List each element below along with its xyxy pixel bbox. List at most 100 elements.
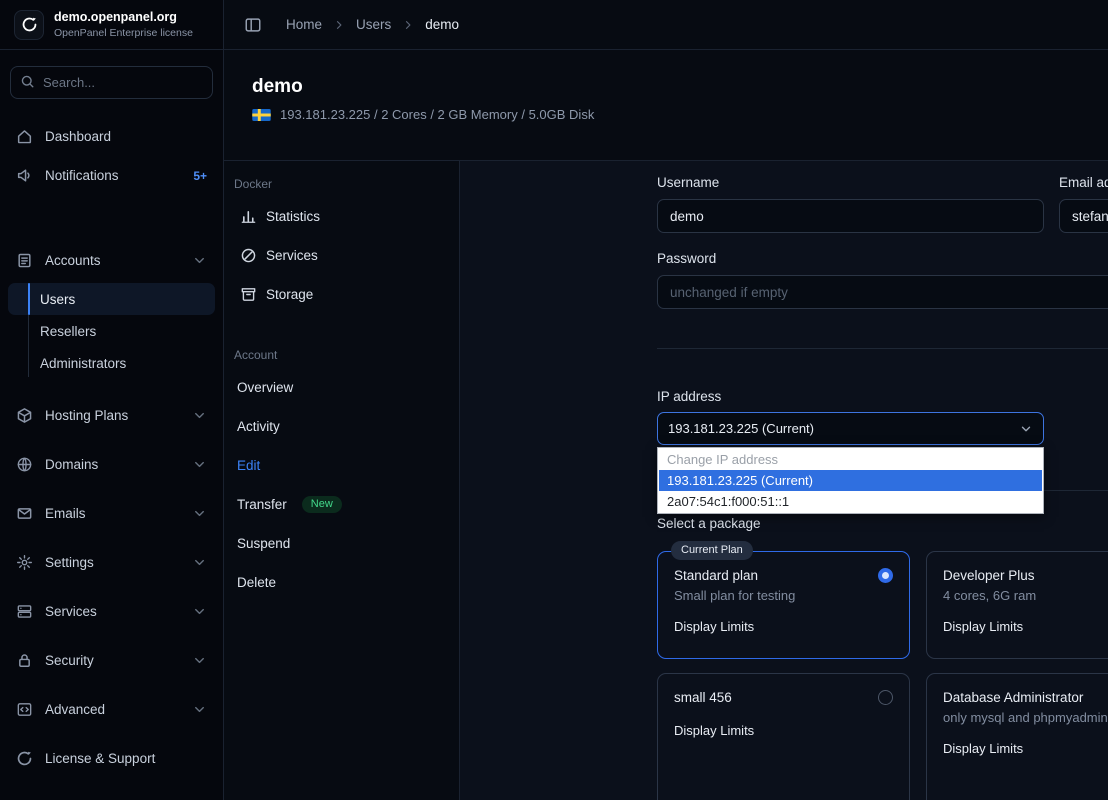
subnav-item-label: Overview: [237, 380, 294, 395]
subnav-item-transfer[interactable]: Transfer New: [224, 485, 459, 524]
password-input[interactable]: [657, 275, 1108, 309]
sidebar-item-advanced[interactable]: Advanced: [0, 689, 223, 729]
breadcrumb: Home Users demo: [286, 17, 459, 32]
email-input[interactable]: [1059, 199, 1108, 233]
sidebar-item-services[interactable]: Services: [0, 591, 223, 631]
display-limits-link[interactable]: Display Limits: [674, 723, 754, 738]
breadcrumb-current: demo: [425, 17, 460, 32]
right-pane: Home Users demo demo 193.181.23.225 / 2 …: [224, 0, 1108, 800]
brand[interactable]: demo.openpanel.org OpenPanel Enterprise …: [0, 0, 223, 50]
subnav-item-docker-services[interactable]: Services: [224, 236, 459, 275]
sidebar-item-label: Resellers: [40, 323, 97, 339]
package-card-standard-plan[interactable]: Current Plan Standard plan Small plan fo…: [657, 541, 910, 659]
username-label: Username: [657, 175, 720, 190]
package-card-developer-plus[interactable]: Developer Plus 4 cores, 6G ram Display L…: [926, 551, 1108, 659]
subnav-item-suspend[interactable]: Suspend: [224, 524, 459, 563]
sidebar-item-label: Accounts: [45, 253, 101, 268]
display-limits-link[interactable]: Display Limits: [674, 619, 754, 634]
chevron-down-icon: [192, 604, 207, 619]
edit-user-form: Username Email address Password IP addre…: [460, 161, 1108, 800]
sidebar-nav: Dashboard Notifications 5+ Accounts User…: [0, 111, 223, 800]
openpanel-arrow-icon: [16, 750, 33, 767]
sidebar-item-label: Users: [40, 291, 76, 307]
sidebar-item-domains[interactable]: Domains: [0, 444, 223, 484]
megaphone-icon: [16, 167, 33, 184]
package-title: Standard plan: [674, 568, 759, 583]
topbar: Home Users demo: [224, 0, 1108, 50]
username-input[interactable]: [657, 199, 1044, 233]
brand-text: demo.openpanel.org OpenPanel Enterprise …: [54, 10, 193, 39]
display-limits-link[interactable]: Display Limits: [943, 619, 1023, 634]
chevron-down-icon: [1019, 422, 1033, 436]
brand-title: demo.openpanel.org: [54, 10, 177, 24]
sidebar-item-dashboard[interactable]: Dashboard: [0, 117, 223, 156]
document-icon: [16, 252, 33, 269]
sidebar-item-label: License & Support: [45, 750, 156, 766]
chevron-down-icon: [192, 653, 207, 668]
sidebar-item-resellers[interactable]: Resellers: [8, 315, 215, 347]
chevron-down-icon: [192, 457, 207, 472]
docker-section-label: Docker: [234, 177, 273, 191]
radio-selected[interactable]: [878, 568, 893, 583]
sidebar-toggle-icon[interactable]: [244, 16, 262, 34]
ip-address-label: IP address: [657, 389, 722, 404]
sidebar-item-label: Notifications: [45, 168, 119, 183]
sidebar-item-license-support[interactable]: License & Support: [0, 738, 223, 778]
radio-unselected[interactable]: [878, 690, 893, 705]
sidebar-item-settings[interactable]: Settings: [0, 542, 223, 582]
accounts-sub-list: Users Resellers Administrators: [0, 280, 223, 385]
sidebar-item-security[interactable]: Security: [0, 640, 223, 680]
sidebar-item-hosting-plans[interactable]: Hosting Plans: [0, 395, 223, 435]
home-icon: [16, 128, 33, 145]
sidebar-item-notifications[interactable]: Notifications 5+: [0, 156, 223, 195]
page-header: demo 193.181.23.225 / 2 Cores / 2 GB Mem…: [224, 50, 1108, 160]
sidebar-item-administrators[interactable]: Administrators: [8, 347, 215, 379]
subnav-item-statistics[interactable]: Statistics: [224, 197, 459, 236]
current-plan-badge: Current Plan: [671, 541, 753, 560]
lock-icon: [16, 652, 33, 669]
subnav-item-label: Transfer: [237, 497, 287, 512]
section-divider: [657, 348, 1108, 349]
envelope-icon: [16, 505, 33, 522]
sidebar-item-label: Dashboard: [45, 129, 112, 144]
sidebar-item-label: Administrators: [40, 355, 127, 371]
display-limits-link[interactable]: Display Limits: [943, 741, 1023, 756]
subnav-item-overview[interactable]: Overview: [224, 368, 459, 407]
chevron-right-icon: [333, 19, 345, 31]
user-subnav: Docker Statistics Services Storage Accou…: [224, 161, 460, 800]
package-title: Developer Plus: [943, 568, 1035, 583]
sweden-flag-icon: [252, 108, 271, 121]
sidebar-item-users[interactable]: Users: [8, 283, 215, 315]
dropdown-option-placeholder[interactable]: Change IP address: [659, 449, 1042, 470]
package-card-small-456[interactable]: small 456 Display Limits: [657, 673, 910, 800]
subnav-item-activity[interactable]: Activity: [224, 407, 459, 446]
new-badge: New: [301, 496, 342, 513]
subnav-item-edit[interactable]: Edit: [224, 446, 459, 485]
gear-icon: [16, 554, 33, 571]
globe-icon: [16, 456, 33, 473]
package-description: only mysql and phpmyadmin enabled: [943, 710, 1108, 725]
sidebar-item-label: Advanced: [45, 701, 106, 717]
email-label: Email address: [1059, 175, 1108, 190]
server-specs-text: 193.181.23.225 / 2 Cores / 2 GB Memory /…: [280, 107, 595, 122]
ip-address-select[interactable]: 193.181.23.225 (Current): [657, 412, 1044, 445]
subnav-item-label: Delete: [237, 575, 277, 590]
page-title: demo: [252, 76, 303, 97]
ip-address-dropdown: Change IP address 193.181.23.225 (Curren…: [657, 447, 1044, 514]
subnav-item-storage[interactable]: Storage: [224, 275, 459, 314]
subnav-item-delete[interactable]: Delete: [224, 563, 459, 602]
chevron-down-icon: [192, 506, 207, 521]
breadcrumb-users[interactable]: Users: [356, 17, 391, 32]
sidebar-item-accounts[interactable]: Accounts: [0, 241, 223, 280]
dropdown-option-current[interactable]: 193.181.23.225 (Current): [659, 470, 1042, 491]
package-card-database-administrator[interactable]: Database Administrator only mysql and ph…: [926, 673, 1108, 800]
content-body: Docker Statistics Services Storage Accou…: [224, 160, 1108, 800]
search-input[interactable]: [10, 66, 213, 99]
package-description: 4 cores, 6G ram: [943, 588, 1037, 603]
breadcrumb-home[interactable]: Home: [286, 17, 322, 32]
server-meta: 193.181.23.225 / 2 Cores / 2 GB Memory /…: [252, 107, 1108, 122]
sidebar-item-emails[interactable]: Emails: [0, 493, 223, 533]
dropdown-option-ipv6[interactable]: 2a07:54c1:f000:51::1: [659, 491, 1042, 512]
sidebar: demo.openpanel.org OpenPanel Enterprise …: [0, 0, 224, 800]
